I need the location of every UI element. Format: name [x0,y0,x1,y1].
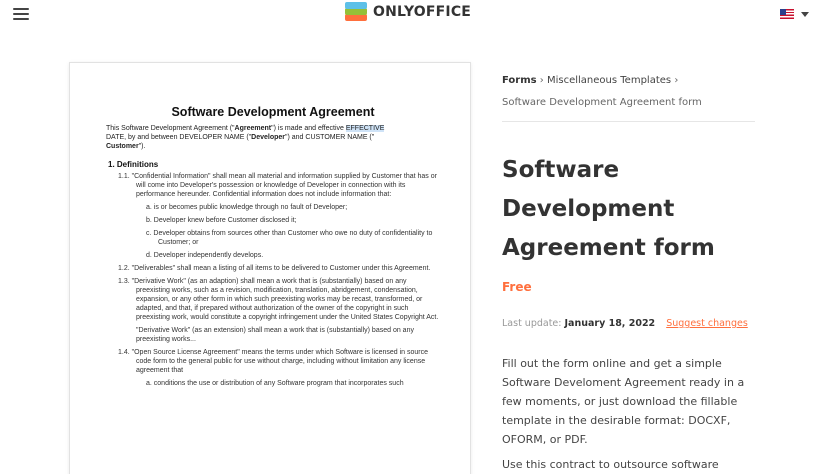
logo-text: ONLYOFFICE [373,4,472,20]
doc-section-heading: 1. Definitions [108,160,159,169]
page-title: Software Development Agreement form [502,157,715,261]
breadcrumb-misc-templates[interactable]: Miscellaneous Templates [547,75,671,86]
doc-subclause: c. Developer obtains from sources other … [146,230,433,246]
doc-subclause: d. Developer independently develops. [146,252,264,259]
breadcrumb: Forms › Miscellaneous Templates › Softwa… [502,70,762,114]
doc-clause: 1.3. "Derivative Work" (as an adaption) … [118,278,439,321]
doc-intro: This Software Development Agreement ("Ag… [106,125,385,150]
description-paragraph: Use this contract to outsource software [502,458,719,471]
breadcrumb-current: Software Development Agreement form [502,97,702,108]
last-update-date: January 18, 2022 [564,318,656,329]
doc-subclause: b. Developer knew before Customer disclo… [146,217,297,224]
hamburger-menu-icon[interactable] [13,8,29,20]
suggest-changes-link[interactable]: Suggest changes [666,318,748,329]
doc-subclause: a. conditions the use or distribution of… [146,380,404,387]
language-selector[interactable] [780,9,809,19]
breadcrumb-separator: › [674,75,679,86]
onlyoffice-logo-icon [345,2,367,22]
doc-clause: 1.2. "Deliverables" shall mean a listing… [118,265,431,272]
divider [502,121,755,122]
us-flag-icon [780,9,794,19]
breadcrumb-forms[interactable]: Forms [502,75,537,86]
doc-clause: 1.1. "Confidential Information" shall me… [118,173,437,198]
description-paragraph: Fill out the form online and get a simpl… [502,357,745,446]
onlyoffice-logo[interactable]: ONLYOFFICE [345,1,471,23]
price-label: Free [502,280,532,294]
doc-clause: 1.4. "Open Source License Agreement" mea… [118,349,429,374]
top-header: ONLYOFFICE [0,0,823,30]
breadcrumb-separator: › [539,75,544,86]
chevron-down-icon [801,11,809,17]
last-update: Last update: January 18, 2022 Suggest ch… [502,318,748,329]
doc-subclause: a. is or becomes public knowledge throug… [146,204,348,211]
description: Fill out the form online and get a simpl… [502,354,762,474]
doc-clause-note: "Derivative Work" (as an extension) shal… [136,327,414,343]
doc-title: Software Development Agreement [171,105,375,119]
document-preview[interactable]: Software Development Agreement This Soft… [69,62,471,474]
